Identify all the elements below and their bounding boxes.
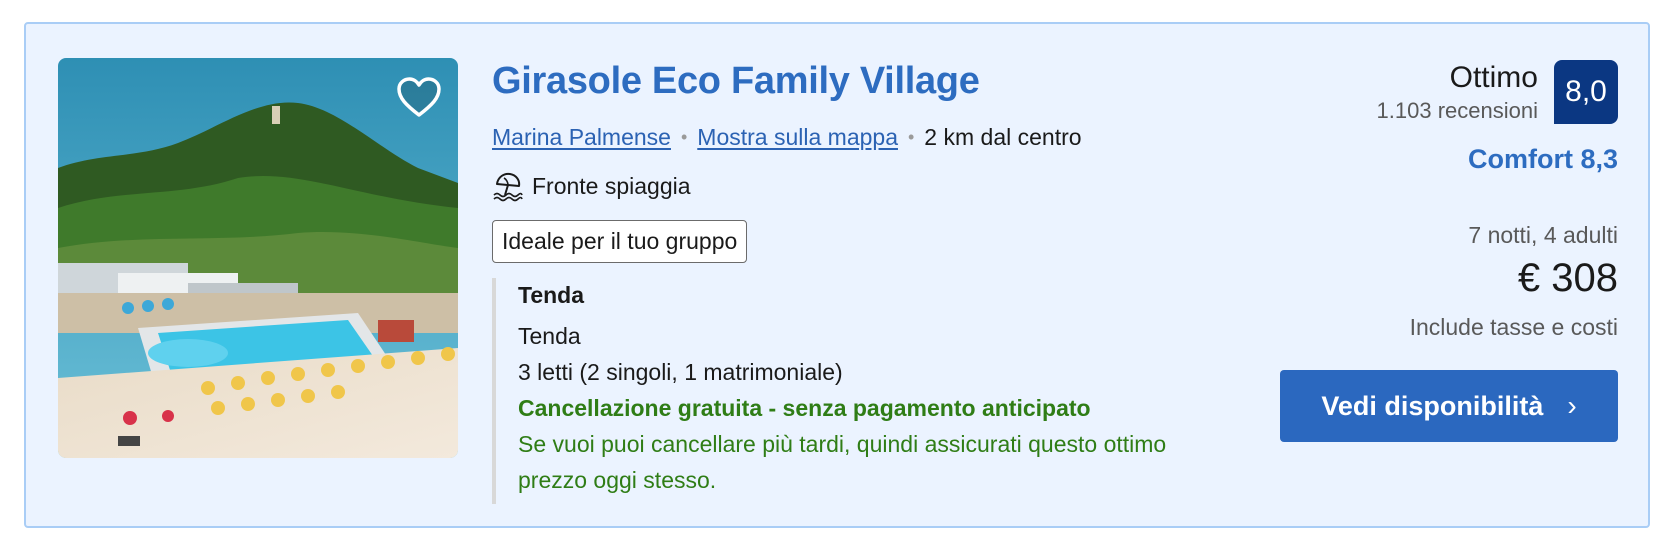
review-count: 1.103 recensioni (1376, 98, 1538, 123)
price: € 308 (1517, 256, 1618, 300)
comfort-score: Comfort 8,3 (1467, 144, 1618, 174)
property-title[interactable]: Girasole Eco Family Village (492, 60, 980, 103)
beachfront-label: Fronte spiaggia (532, 172, 691, 199)
group-badge: Ideale per il tuo gruppo (492, 220, 748, 263)
property-card: Girasole Eco Family Village Marina Palme… (24, 22, 1650, 528)
stay-length: 7 notti, 4 adulti (1468, 222, 1618, 248)
show-on-map-link[interactable]: Mostra sulla mappa (697, 124, 898, 151)
see-availability-label: Vedi disponibilità (1321, 390, 1544, 421)
favorite-button[interactable] (392, 70, 446, 124)
separator-dot: • (680, 127, 688, 147)
separator-dot: • (907, 127, 915, 147)
property-photo[interactable] (58, 58, 458, 458)
cancellation-note: Se vuoi puoi cancellare più tardi, quind… (518, 431, 1167, 493)
location-row: Marina Palmense • Mostra sulla mappa • 2… (492, 124, 1082, 151)
bed-info: 3 letti (2 singoli, 1 matrimoniale) (518, 359, 843, 385)
chevron-right-icon: › (1567, 390, 1577, 421)
room-type-title: Tenda (518, 282, 585, 308)
room-details: Tenda Tenda 3 letti (2 singoli, 1 matrim… (492, 278, 1192, 504)
taxes-note: Include tasse e costi (1409, 314, 1618, 340)
free-cancellation-title: Cancellazione gratuita - senza pagamento… (518, 395, 1091, 421)
rating-text: Ottimo 1.103 recensioni (1377, 60, 1538, 124)
location-link[interactable]: Marina Palmense (492, 124, 671, 151)
room-type: Tenda (518, 323, 581, 349)
beach-umbrella-icon (493, 172, 523, 202)
rating-word: Ottimo (1449, 61, 1538, 94)
distance-text: 2 km dal centro (924, 124, 1082, 150)
heart-icon (397, 77, 441, 117)
beachfront-row: Fronte spiaggia (492, 170, 691, 202)
review-score[interactable]: Ottimo 1.103 recensioni 8,0 (1377, 60, 1618, 124)
see-availability-button[interactable]: Vedi disponibilità › (1280, 370, 1618, 442)
score-badge: 8,0 (1554, 60, 1618, 124)
